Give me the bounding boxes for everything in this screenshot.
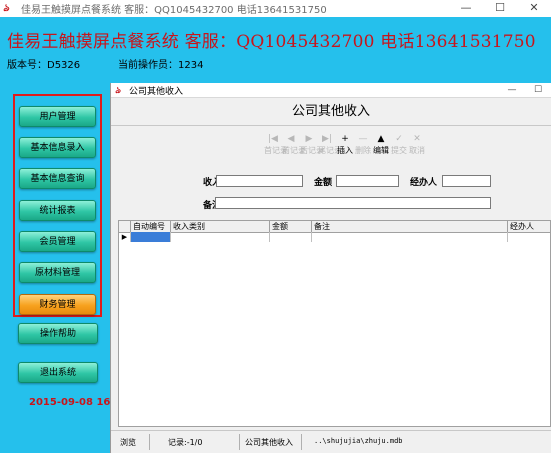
toolbar-label: 删除 [355,146,371,155]
toolbar-label: 前记录 [282,146,306,155]
toolbar-label: 尾记录 [318,146,342,155]
toolbar-label: 后记录 [300,146,324,155]
row-indicator-icon: ▶ [121,233,128,241]
status-record: 记录:-1/0 [168,438,203,447]
col-id-header[interactable]: 自动编号 [130,221,170,232]
prev-icon: ◀ [287,134,295,144]
toolbar-insert-button[interactable]: + 插入 [336,133,354,157]
cell-handler[interactable] [507,232,550,242]
status-bar: 浏览 记录:-1/0 公司其他收入 ..\shujujia\zhuju.mdb [111,430,551,453]
toolbar-label: 取消 [409,146,425,155]
toolbar-first-button[interactable]: |◀ 首记录 [264,133,288,157]
cancel-icon: ✕ [413,134,421,144]
handler-input[interactable] [442,175,491,187]
cell-category[interactable] [170,232,269,242]
table-row[interactable]: ▶ [119,232,550,242]
record-toolbar: |◀ 首记录 ◀ 前记录 ▶ 后记录 ▶| 尾记录 + 插入 — 删除 ▲ 编辑 ✓ 提交 ✕ 取消 [264,133,426,157]
toolbar-label: 首记录 [264,146,288,155]
amount-label: 金额 [314,178,333,188]
child-logo-icon: ঌ [115,85,121,96]
handler-label: 经办人 [410,178,438,188]
version-label: 版本号：D5326 [7,60,81,71]
banner-headline: 佳易王触摸屏点餐系统 客服：QQ1045432700 电话13641531750 [7,32,536,52]
next-icon: ▶ [305,134,313,144]
minimize-button[interactable]: — [449,0,483,17]
app-title-bar: ঌ 佳易王触摸屏点餐系统 客服：QQ1045432700 电话136415317… [0,0,551,17]
menu-reports-button[interactable]: 统计报表 [19,200,96,221]
category-input[interactable] [216,175,303,187]
toolbar-next-button[interactable]: ▶ 后记录 [300,133,324,157]
status-divider [301,434,302,450]
col-category-header[interactable]: 收入类别 [170,221,269,232]
main-menu: 用户管理 基本信息录入 基本信息查询 统计报表 会员管理 原材料管理 财务管理 [13,94,102,317]
status-path: ..\shujujia\zhuju.mdb [314,437,403,445]
help-button[interactable]: 操作帮助 [18,323,98,344]
delete-icon: — [358,134,368,144]
menu-basic-info-query-button[interactable]: 基本信息查询 [19,168,96,189]
status-table: 公司其他收入 [245,438,293,447]
menu-finance-button[interactable]: 财务管理 [19,294,96,315]
operator-label: 当前操作员：1234 [118,60,204,71]
status-divider [239,434,240,450]
toolbar-last-button[interactable]: ▶| 尾记录 [318,133,342,157]
child-maximize-button[interactable]: ☐ [525,83,551,97]
toolbar-label: 提交 [391,146,407,155]
cell-id[interactable] [130,232,170,242]
last-icon: ▶| [322,134,332,144]
edit-icon: ▲ [377,134,385,144]
income-table[interactable]: 自动编号 收入类别 金额 备注 经办人 ▶ [118,220,551,427]
insert-icon: + [341,134,349,144]
left-menu-panel: 用户管理 基本信息录入 基本信息查询 统计报表 会员管理 原材料管理 财务管理 … [0,87,128,453]
maximize-button[interactable]: ☐ [483,0,517,17]
header-banner: 佳易王触摸屏点餐系统 客服：QQ1045432700 电话13641531750… [0,17,551,87]
toolbar-cancel-button[interactable]: ✕ 取消 [408,133,426,157]
income-window: ঌ 公司其他收入 — ☐ 公司其他收入 |◀ 首记录 ◀ 前记录 ▶ 后记录 ▶| 尾记录 + 插… [110,83,551,453]
cell-note[interactable] [311,232,507,242]
first-icon: |◀ [268,134,278,144]
amount-input[interactable] [336,175,399,187]
note-input[interactable] [215,197,491,209]
app-logo-icon: ঌ [3,2,10,14]
child-window-title: 公司其他收入 [129,86,184,97]
menu-materials-button[interactable]: 原材料管理 [19,262,96,283]
header-corner [119,221,130,232]
toolbar-delete-button[interactable]: — 删除 [354,133,372,157]
toolbar-edit-button[interactable]: ▲ 编辑 [372,133,390,157]
post-icon: ✓ [395,134,403,144]
child-minimize-button[interactable]: — [499,83,525,97]
toolbar-post-button[interactable]: ✓ 提交 [390,133,408,157]
status-mode: 浏览 [120,438,136,447]
exit-button[interactable]: 退出系统 [18,362,98,383]
col-handler-header[interactable]: 经办人 [507,221,550,232]
window-controls: — ☐ ✕ [449,0,551,17]
status-divider [149,434,150,450]
cell-amount[interactable] [269,232,311,242]
menu-members-button[interactable]: 会员管理 [19,231,96,252]
child-window-controls: — ☐ [499,83,551,97]
col-amount-header[interactable]: 金额 [269,221,311,232]
col-note-header[interactable]: 备注 [311,221,507,232]
menu-user-management-button[interactable]: 用户管理 [19,106,96,127]
toolbar-prev-button[interactable]: ◀ 前记录 [282,133,306,157]
toolbar-label: 插入 [337,146,353,155]
toolbar-label: 编辑 [373,146,389,155]
window-title: 佳易王触摸屏点餐系统 客服：QQ1045432700 电话13641531750 [21,5,327,16]
close-button[interactable]: ✕ [517,0,551,17]
child-title-bar: ঌ 公司其他收入 — ☐ [111,83,551,98]
form-heading: 公司其他收入 [111,98,551,126]
menu-basic-info-entry-button[interactable]: 基本信息录入 [19,137,96,158]
